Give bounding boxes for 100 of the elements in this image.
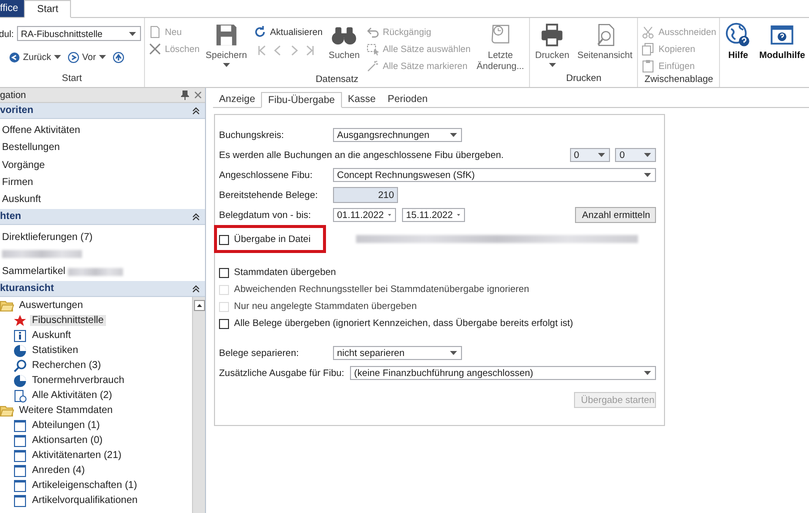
tree-item[interactable]: Tonermehrverbrauch xyxy=(30,375,126,386)
ribbon-button[interactable]: Speichern xyxy=(204,22,249,74)
checkbox[interactable] xyxy=(219,234,229,244)
up-icon[interactable] xyxy=(112,52,124,62)
dropdown-field[interactable]: Ausgangsrechnungen xyxy=(333,128,462,142)
ribbon-tab[interactable]: ffice xyxy=(0,0,24,17)
collapse-icon[interactable] xyxy=(192,106,200,114)
tab[interactable]: Fibu-Übergabe xyxy=(261,92,342,108)
document-icon xyxy=(148,25,162,39)
ribbon-tab[interactable]: Start xyxy=(24,0,72,18)
close-icon[interactable] xyxy=(194,91,202,99)
ribbon-button[interactable]: Aktualisieren xyxy=(252,24,323,40)
caret-icon xyxy=(128,32,136,36)
tree-item[interactable]: Anreden (4) xyxy=(30,465,87,476)
tree-item[interactable]: Auswertungen xyxy=(17,300,85,312)
copy-icon xyxy=(641,42,656,56)
nav-link[interactable]: Vorgänge xyxy=(2,160,45,171)
tree-item[interactable]: Weitere Stammdaten xyxy=(17,405,115,416)
pin-icon[interactable] xyxy=(181,90,189,100)
tree-item[interactable]: Abteilungen (1) xyxy=(30,420,102,432)
tree-item[interactable]: Artikelvorqualifikationen xyxy=(30,495,140,506)
collapse-icon[interactable] xyxy=(192,212,200,221)
tab[interactable]: Kasse xyxy=(342,92,382,107)
pie-chart-icon xyxy=(13,344,27,358)
group-label: Zwischenablage xyxy=(644,74,714,87)
group-label: Datensatz xyxy=(314,74,360,87)
nav-link[interactable]: Firmen xyxy=(2,177,34,188)
group-label: Drucken xyxy=(565,73,602,86)
form-icon xyxy=(13,448,27,463)
form-icon xyxy=(13,434,27,448)
ribbon-button[interactable]: Modulhilfe xyxy=(757,22,808,87)
collapse-icon[interactable] xyxy=(192,284,200,293)
date-field[interactable]: 15.11.2022 xyxy=(402,208,465,222)
form-icon xyxy=(13,478,27,493)
tree-item[interactable]: Aktivitätenarten (21) xyxy=(30,450,124,462)
field-label: Zusätzliche Ausgabe für Fibu: xyxy=(219,368,344,378)
checkbox[interactable] xyxy=(219,318,229,328)
tree-item[interactable]: Auskunft xyxy=(30,330,73,342)
ribbon-button[interactable]: Suchen xyxy=(326,22,362,74)
date-field[interactable]: 01.11.2022 xyxy=(333,208,396,222)
clipboard-icon xyxy=(641,59,656,73)
open-folder-icon[interactable] xyxy=(0,404,14,417)
tree-item[interactable]: Artikeleigenschaften (1) xyxy=(30,480,140,492)
tree-item[interactable]: Fibuschnittstelle xyxy=(30,315,106,326)
dropdown-field[interactable]: 0 xyxy=(615,148,656,162)
nav-link[interactable]: Offene Aktivitäten xyxy=(2,125,80,136)
ribbon-button[interactable]: Hilfe xyxy=(723,22,754,87)
ribbon-button[interactable]: Letzte Änderung... xyxy=(474,22,526,74)
field-label: Belege separieren: xyxy=(219,348,300,358)
select-icon xyxy=(366,42,380,56)
back-button[interactable]: Zurück xyxy=(9,49,62,65)
dropdown-field[interactable]: Concept Rechnungswesen (SfK) xyxy=(333,168,656,182)
checkbox-label[interactable]: Alle Belege übergeben (ignoriert Kennzeichen, dass Übergabe bereits erfolgt ist) xyxy=(234,318,574,329)
caret-icon xyxy=(598,153,606,157)
caret-icon xyxy=(644,371,651,375)
dropdown-field[interactable]: (keine Finanzbuchführung angeschlossen) xyxy=(350,366,656,380)
section-header[interactable]: hten xyxy=(0,209,205,226)
scrollbar[interactable] xyxy=(192,297,205,513)
caret-icon xyxy=(98,55,106,59)
checkbox[interactable] xyxy=(219,268,229,278)
open-folder-icon[interactable] xyxy=(0,300,14,312)
back-icon xyxy=(9,52,20,62)
forward-button[interactable]: Vor xyxy=(68,49,106,65)
nav-link[interactable]: Direktlieferungen (7) xyxy=(2,232,93,243)
star-icon xyxy=(13,314,27,328)
tab[interactable]: Anzeige xyxy=(213,92,262,107)
dropdown-field[interactable]: 0 xyxy=(570,148,610,162)
tree-item[interactable]: Statistiken xyxy=(30,345,80,356)
wand-icon xyxy=(366,59,380,73)
scissors-icon xyxy=(641,25,656,39)
caret-icon xyxy=(644,153,651,157)
forward-icon xyxy=(68,52,80,62)
nav-link[interactable]: Auskunft xyxy=(2,194,41,206)
ribbon-button[interactable]: Drucken xyxy=(533,22,572,73)
nav-link[interactable]: Sammelartikel xyxy=(2,266,66,278)
tree-item[interactable]: Recherchen (3) xyxy=(30,360,103,372)
nav-link[interactable]: Bestellungen xyxy=(2,142,60,154)
scroll-up-icon[interactable] xyxy=(194,300,204,312)
field-label: Belegdatum von - bis: xyxy=(219,210,312,220)
ribbon-button[interactable]: Seitenansicht xyxy=(575,22,634,73)
field-label: Buchungskreis: xyxy=(219,130,285,140)
section-header[interactable]: kturansicht xyxy=(0,281,205,298)
dropdown-field[interactable]: nicht separieren xyxy=(333,346,462,360)
checkbox-label[interactable]: Stammdaten übergeben xyxy=(234,267,336,278)
info-icon xyxy=(13,328,27,343)
activity-icon xyxy=(13,388,27,403)
caret-icon xyxy=(450,133,457,137)
field-label: Angeschlossene Fibu: xyxy=(219,170,314,180)
count-button[interactable]: Anzahl ermitteln xyxy=(575,207,656,223)
section-header[interactable]: voriten xyxy=(0,103,205,119)
tab[interactable]: Perioden xyxy=(382,92,434,107)
caret-icon xyxy=(450,351,457,355)
tree-item[interactable]: Aktionsarten (0) xyxy=(30,435,105,446)
tree-item[interactable]: Alle Aktivitäten (2) xyxy=(30,390,114,402)
pie-chart-icon xyxy=(13,374,27,388)
module-dropdown[interactable]: RA-Fibuschnittstelle xyxy=(16,26,141,41)
search-icon xyxy=(13,358,27,373)
undo-icon xyxy=(366,25,380,39)
form-icon xyxy=(13,464,27,478)
caret-icon xyxy=(644,173,651,177)
